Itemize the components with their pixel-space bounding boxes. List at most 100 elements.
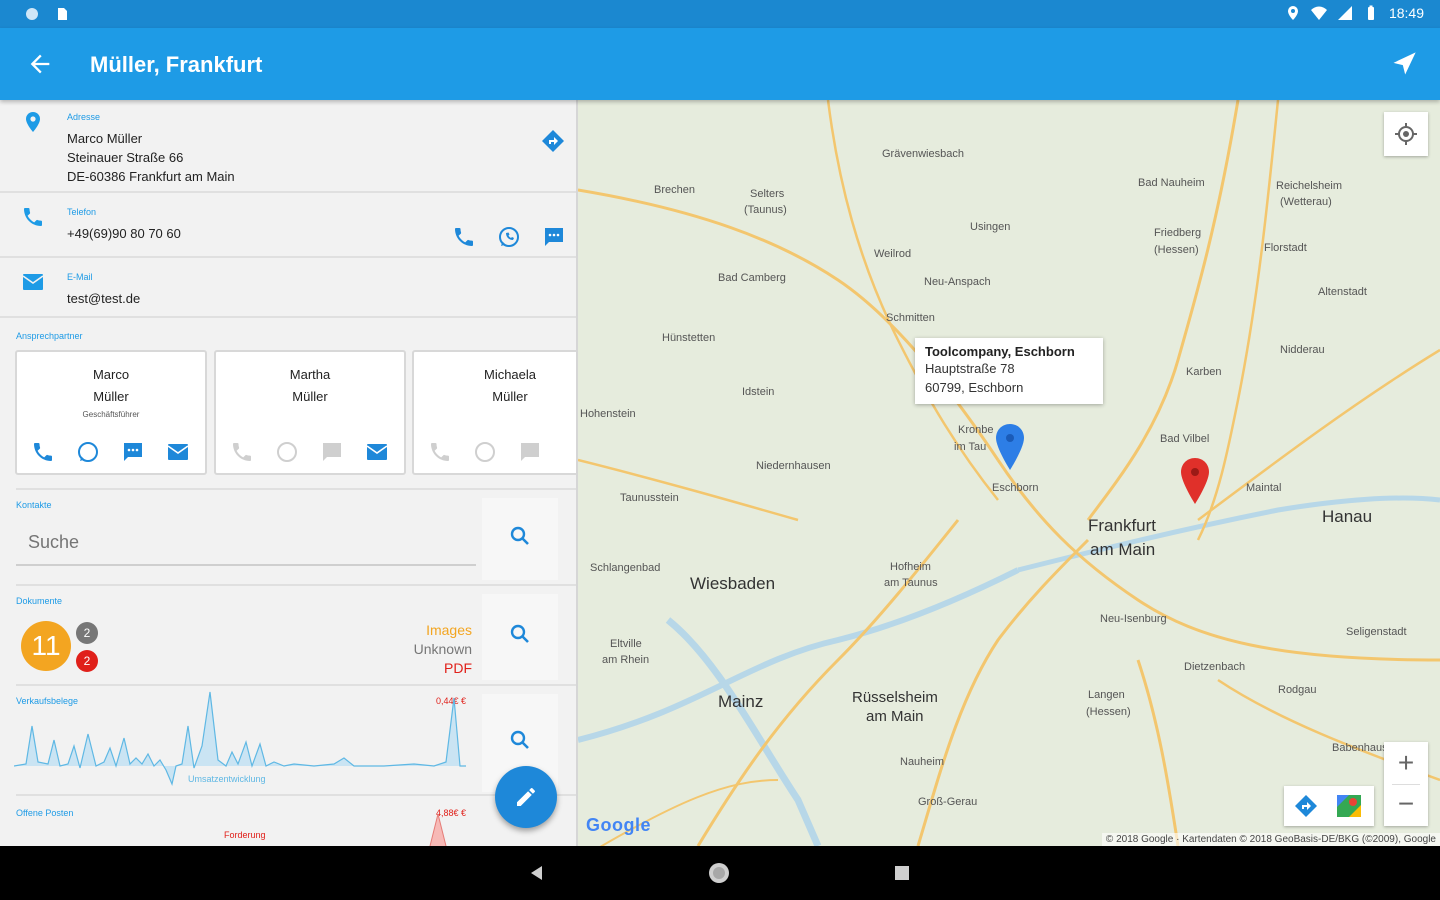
whatsapp-icon[interactable] <box>76 440 100 464</box>
message-icon <box>518 440 542 464</box>
address-label: Adresse <box>67 112 101 122</box>
map-label-huenstetten: Hünstetten <box>662 332 716 344</box>
contact-card[interactable]: Martha Müller <box>214 350 406 475</box>
map-label-seligenstadt: Seligenstadt <box>1346 626 1407 638</box>
navigation-icon[interactable] <box>1390 50 1418 78</box>
detail-pane: Adresse Marco Müller Steinauer Straße 66… <box>0 100 576 846</box>
pencil-icon <box>517 788 535 806</box>
map-label-frankfurt-am-main: am Main <box>1090 540 1156 559</box>
map-label-karben: Karben <box>1186 366 1222 378</box>
map-label-reichelsheim-wetterau: (Wetterau) <box>1280 196 1332 208</box>
mail-icon[interactable] <box>166 440 190 464</box>
email-section: E-Mail test@test.de <box>0 260 576 318</box>
crosshair-icon <box>1395 123 1417 145</box>
zoom-out-button[interactable]: − <box>1384 784 1428 826</box>
zoom-controls: + − <box>1384 742 1428 826</box>
map-label-wiesbaden: Wiesbaden <box>690 574 776 593</box>
documents-search-button[interactable] <box>482 594 558 680</box>
map-label-selters-taunus: (Taunus) <box>744 204 787 216</box>
zoom-in-button[interactable]: + <box>1384 742 1428 784</box>
back-triangle-icon[interactable] <box>528 864 546 882</box>
phone-number: +49(69)90 80 70 60 <box>67 226 181 241</box>
search-field <box>16 520 476 566</box>
call-icon[interactable] <box>31 440 55 464</box>
my-location-button[interactable] <box>1384 112 1428 156</box>
map-label-neu-isenburg: Neu-Isenburg <box>1100 613 1167 625</box>
map-label-eltville: Eltville <box>610 638 642 650</box>
map-label-gross-gerau: Groß-Gerau <box>918 796 978 808</box>
map-label-schlangenbad: Schlangenbad <box>590 562 661 574</box>
map-label-friedberg: Friedberg <box>1154 227 1202 239</box>
map-label-weilrod: Weilrod <box>874 248 912 260</box>
map-info-window[interactable]: Toolcompany, Eschborn Hauptstraße 78 607… <box>915 338 1103 404</box>
whatsapp-icon[interactable] <box>497 225 521 249</box>
email-label: E-Mail <box>67 272 93 282</box>
doc-type-unknown: Unknown <box>413 641 472 657</box>
doc-type-pdf: PDF <box>444 660 472 676</box>
map-label-bad-vilbel: Bad Vilbel <box>1160 433 1210 445</box>
info-window-city: 60799, Eschborn <box>925 380 1024 395</box>
verkauf-caption: Umsatzentwicklung <box>188 774 266 784</box>
contact-last-name: Müller <box>93 389 129 404</box>
map-label-schmitten: Schmitten <box>886 312 935 324</box>
contact-card[interactable]: Marco Müller Geschäftsführer <box>15 350 207 475</box>
message-icon[interactable] <box>121 440 145 464</box>
map-label-langen-hessen: (Hessen) <box>1086 706 1131 718</box>
map-label-dietzenbach: Dietzenbach <box>1184 661 1246 673</box>
map-label-maintal: Maintal <box>1246 482 1282 494</box>
call-icon[interactable] <box>452 225 476 249</box>
back-arrow-icon[interactable] <box>26 50 54 78</box>
contact-last-name: Müller <box>492 389 528 404</box>
map-label-usingen: Usingen <box>970 221 1011 233</box>
contact-card[interactable]: Michaela Müller <box>412 350 576 475</box>
email-address[interactable]: test@test.de <box>67 289 140 308</box>
phone-icon <box>24 208 42 226</box>
mail-icon[interactable] <box>365 440 389 464</box>
address-name: Marco Müller <box>67 131 143 146</box>
map-label-idstein: Idstein <box>742 386 775 398</box>
divider <box>16 488 576 490</box>
app-bar: Müller, Frankfurt <box>0 28 1440 100</box>
recents-square-icon[interactable] <box>894 865 910 881</box>
address-section: Adresse Marco Müller Steinauer Straße 66… <box>0 100 576 193</box>
message-icon[interactable] <box>542 225 566 249</box>
contact-first-name: Marco <box>92 367 130 382</box>
map-label-kronberg-im-taunus: im Tau <box>954 441 987 453</box>
map-label-frankfurt: Frankfurt <box>1088 516 1157 535</box>
contacts-label: Ansprechpartner <box>16 331 83 341</box>
call-icon <box>428 440 452 464</box>
map-label-hanau: Hanau <box>1322 507 1373 526</box>
google-maps-icon[interactable] <box>1336 794 1362 818</box>
divider <box>16 794 576 796</box>
red-marker-icon[interactable] <box>1181 458 1209 504</box>
directions-icon[interactable] <box>541 129 565 153</box>
map-view[interactable]: Frankfurt am Main Wiesbaden Mainz Hanau … <box>578 100 1440 846</box>
whatsapp-icon <box>275 440 299 464</box>
system-nav-bar <box>0 846 1440 900</box>
info-window-street: Hauptstraße 78 <box>925 361 1015 376</box>
search-input[interactable] <box>16 520 476 564</box>
map-label-rodgau: Rodgau <box>1278 684 1317 696</box>
open-items-sparkline <box>429 813 447 846</box>
divider <box>16 684 576 686</box>
map-label-selters: Selters <box>750 188 785 200</box>
sd-card-icon <box>58 8 67 20</box>
map-label-eschborn: Eschborn <box>992 482 1039 494</box>
directions-icon[interactable] <box>1294 794 1318 818</box>
home-circle-icon[interactable] <box>708 862 730 884</box>
location-pin-icon <box>26 112 40 132</box>
contact-first-name: Martha <box>289 367 331 382</box>
map-label-graevenwiesbach: Grävenwiesbach <box>882 148 964 160</box>
kontakte-label: Kontakte <box>16 500 52 510</box>
address-street: Steinauer Straße 66 <box>67 150 184 165</box>
blue-marker-icon[interactable] <box>996 424 1024 470</box>
map-label-niedernhausen: Niedernhausen <box>756 460 831 472</box>
document-count: 11 <box>21 621 71 671</box>
badge-gray: 2 <box>76 622 98 644</box>
map-label-neu-anspach: Neu-Anspach <box>924 276 991 288</box>
search-button[interactable] <box>482 498 558 580</box>
edit-button[interactable] <box>495 766 557 828</box>
divider <box>16 584 576 586</box>
map-toolbar <box>1284 786 1374 826</box>
phone-section: Telefon +49(69)90 80 70 60 <box>0 195 576 258</box>
